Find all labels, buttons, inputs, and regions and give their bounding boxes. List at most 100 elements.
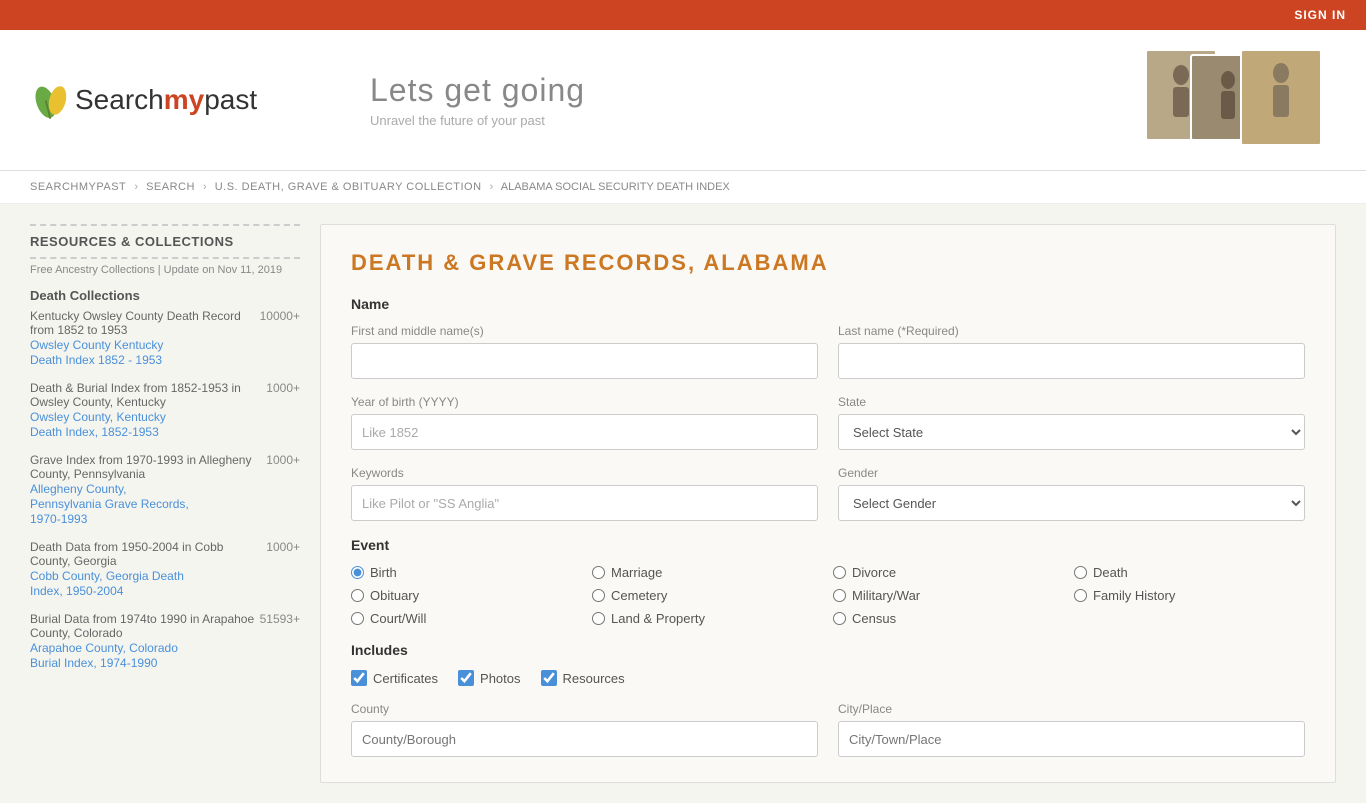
event-military-radio[interactable] (833, 589, 846, 602)
sidebar-item-link-3[interactable]: Allegheny County,Pennsylvania Grave Reco… (30, 482, 189, 526)
last-name-label: Last name (*Required) (838, 324, 1305, 338)
sidebar-item-desc: Death & Burial Index from 1852-1953 in O… (30, 381, 261, 409)
event-court-label: Court/Will (370, 611, 426, 626)
event-census[interactable]: Census (833, 611, 1064, 626)
first-name-group: First and middle name(s) (351, 324, 818, 379)
sidebar-item-desc: Grave Index from 1970-1993 in Allegheny … (30, 453, 261, 481)
sidebar-item-link-5[interactable]: Arapahoe County, ColoradoBurial Index, 1… (30, 641, 178, 670)
keywords-input[interactable] (351, 485, 818, 521)
sidebar-item-count: 1000+ (266, 381, 300, 395)
first-name-input[interactable] (351, 343, 818, 379)
event-military[interactable]: Military/War (833, 588, 1064, 603)
sidebar-item-count: 1000+ (266, 453, 300, 467)
event-land-radio[interactable] (592, 612, 605, 625)
list-item: Burial Data from 1974to 1990 in Arapahoe… (30, 612, 300, 670)
last-name-input[interactable] (838, 343, 1305, 379)
event-section: Event Birth Marriage Divorce Death (351, 537, 1305, 626)
event-land-label: Land & Property (611, 611, 705, 626)
event-birth-radio[interactable] (351, 566, 364, 579)
header: Searchmypast Lets get going Unravel the … (0, 30, 1366, 171)
event-section-label: Event (351, 537, 1305, 553)
certificates-label: Certificates (373, 671, 438, 686)
year-state-row: Year of birth (YYYY) State Select State … (351, 395, 1305, 450)
event-death-label: Death (1093, 565, 1128, 580)
year-birth-group: Year of birth (YYYY) (351, 395, 818, 450)
gender-group: Gender Select Gender Male Female Unknown (838, 466, 1305, 521)
logo-area: Searchmypast (30, 75, 290, 125)
event-obituary-radio[interactable] (351, 589, 364, 602)
certificates-checkbox[interactable] (351, 670, 367, 686)
sidebar-item-link-1[interactable]: Owsley County KentuckyDeath Index 1852 -… (30, 338, 163, 367)
name-section-label: Name (351, 296, 1305, 312)
state-group: State Select State Alabama Alaska Arizon… (838, 395, 1305, 450)
photo-collage (1136, 45, 1336, 155)
keywords-group: Keywords (351, 466, 818, 521)
photos-checkbox[interactable] (458, 670, 474, 686)
include-certificates[interactable]: Certificates (351, 670, 438, 686)
keywords-label: Keywords (351, 466, 818, 480)
sidebar-item-desc: Death Data from 1950-2004 in Cobb County… (30, 540, 261, 568)
name-row: First and middle name(s) Last name (*Req… (351, 324, 1305, 379)
event-family-history[interactable]: Family History (1074, 588, 1305, 603)
event-court-radio[interactable] (351, 612, 364, 625)
event-family-history-label: Family History (1093, 588, 1175, 603)
event-cemetery[interactable]: Cemetery (592, 588, 823, 603)
state-label: State (838, 395, 1305, 409)
include-photos[interactable]: Photos (458, 670, 520, 686)
keywords-gender-row: Keywords Gender Select Gender Male Femal… (351, 466, 1305, 521)
event-divorce-radio[interactable] (833, 566, 846, 579)
event-court[interactable]: Court/Will (351, 611, 582, 626)
breadcrumb: SEARCHMYPAST › SEARCH › U.S. DEATH, GRAV… (0, 171, 1366, 204)
breadcrumb-search[interactable]: SEARCH (146, 181, 195, 193)
gender-select[interactable]: Select Gender Male Female Unknown (838, 485, 1305, 521)
event-land[interactable]: Land & Property (592, 611, 823, 626)
event-census-label: Census (852, 611, 896, 626)
city-label: City/Place (838, 702, 1305, 716)
breadcrumb-sep2: › (203, 181, 207, 193)
state-select[interactable]: Select State Alabama Alaska Arizona Arka… (838, 414, 1305, 450)
event-marriage-radio[interactable] (592, 566, 605, 579)
city-group: City/Place (838, 702, 1305, 757)
year-birth-input[interactable] (351, 414, 818, 450)
event-cemetery-radio[interactable] (592, 589, 605, 602)
event-military-label: Military/War (852, 588, 920, 603)
form-title: DEATH & GRAVE RECORDS, ALABAMA (351, 250, 1305, 276)
event-marriage-label: Marriage (611, 565, 662, 580)
county-input[interactable] (351, 721, 818, 757)
header-photo (1136, 45, 1336, 155)
event-death[interactable]: Death (1074, 565, 1305, 580)
sidebar-section-title: RESOURCES & COLLECTIONS (30, 224, 300, 259)
sidebar-item-link-2[interactable]: Owsley County, KentuckyDeath Index, 1852… (30, 410, 166, 439)
gender-label: Gender (838, 466, 1305, 480)
list-item: Grave Index from 1970-1993 in Allegheny … (30, 453, 300, 526)
breadcrumb-home[interactable]: SEARCHMYPAST (30, 181, 126, 193)
includes-label: Includes (351, 642, 1305, 658)
form-panel: DEATH & GRAVE RECORDS, ALABAMA Name Firs… (320, 224, 1336, 783)
event-death-radio[interactable] (1074, 566, 1087, 579)
event-census-radio[interactable] (833, 612, 846, 625)
list-item: Kentucky Owsley County Death Record from… (30, 309, 300, 367)
sidebar-item-count: 1000+ (266, 540, 300, 554)
event-marriage[interactable]: Marriage (592, 565, 823, 580)
county-label: County (351, 702, 818, 716)
top-bar: SIGN IN (0, 0, 1366, 30)
breadcrumb-current: ALABAMA SOCIAL SECURITY DEATH INDEX (501, 181, 730, 193)
signin-link[interactable]: SIGN IN (1294, 8, 1346, 22)
event-birth-label: Birth (370, 565, 397, 580)
breadcrumb-sep1: › (134, 181, 138, 193)
last-name-group: Last name (*Required) (838, 324, 1305, 379)
event-birth[interactable]: Birth (351, 565, 582, 580)
includes-row: Certificates Photos Resources (351, 670, 1305, 686)
logo-icon (30, 75, 75, 125)
event-divorce[interactable]: Divorce (833, 565, 1064, 580)
county-group: County (351, 702, 818, 757)
include-resources[interactable]: Resources (541, 670, 625, 686)
breadcrumb-collection[interactable]: U.S. DEATH, GRAVE & OBITUARY COLLECTION (215, 181, 482, 193)
event-family-history-radio[interactable] (1074, 589, 1087, 602)
resources-checkbox[interactable] (541, 670, 557, 686)
event-obituary[interactable]: Obituary (351, 588, 582, 603)
city-input[interactable] (838, 721, 1305, 757)
sidebar-item-link-4[interactable]: Cobb County, Georgia DeathIndex, 1950-20… (30, 569, 184, 598)
location-row: County City/Place (351, 702, 1305, 757)
list-item: Death Data from 1950-2004 in Cobb County… (30, 540, 300, 598)
